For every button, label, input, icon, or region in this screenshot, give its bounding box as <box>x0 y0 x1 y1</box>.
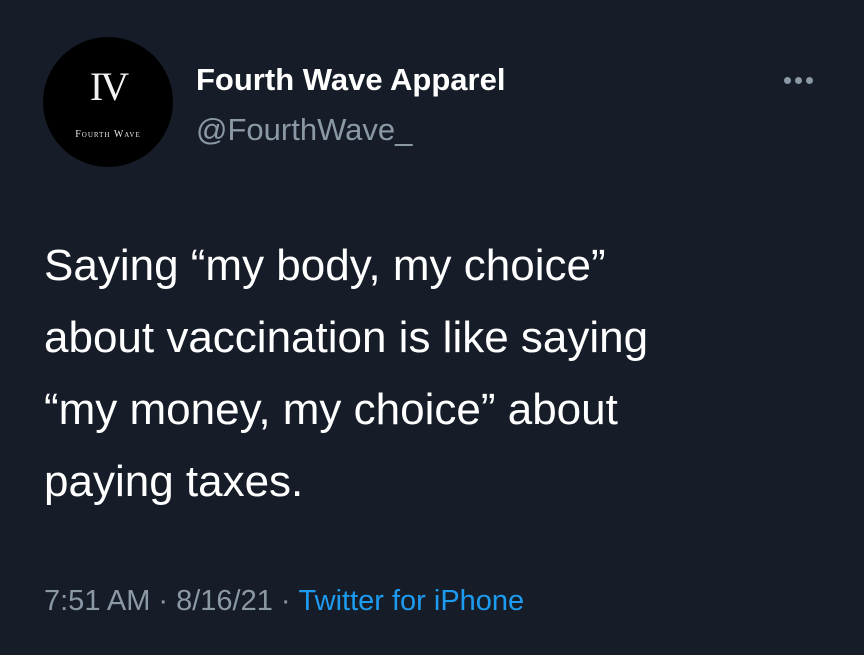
tweet-date[interactable]: 8/16/21 <box>176 585 273 617</box>
tweet-time[interactable]: 7:51 AM <box>44 585 150 617</box>
avatar-logo-mark: IV <box>89 64 129 109</box>
separator: · <box>280 585 291 617</box>
tweet-text: Saying “my body, my choice” about vaccin… <box>44 241 649 506</box>
separator: · <box>158 585 169 617</box>
tweet-source-link[interactable]: Twitter for iPhone <box>299 585 525 617</box>
author-handle[interactable]: @FourthWave_ <box>196 111 412 149</box>
tweet-metadata: 7:51 AM · 8/16/21 · Twitter for iPhone <box>44 583 524 619</box>
avatar-logo-text: Fourth Wave <box>75 129 141 140</box>
more-dot <box>805 76 813 84</box>
more-dot <box>783 76 791 84</box>
author-display-name[interactable]: Fourth Wave Apparel <box>196 61 505 99</box>
avatar[interactable]: IV Fourth Wave <box>43 37 173 167</box>
more-dot <box>794 76 802 84</box>
more-options-icon[interactable] <box>776 68 820 92</box>
tweet-card: IV Fourth Wave Fourth Wave Apparel @Four… <box>0 0 864 655</box>
